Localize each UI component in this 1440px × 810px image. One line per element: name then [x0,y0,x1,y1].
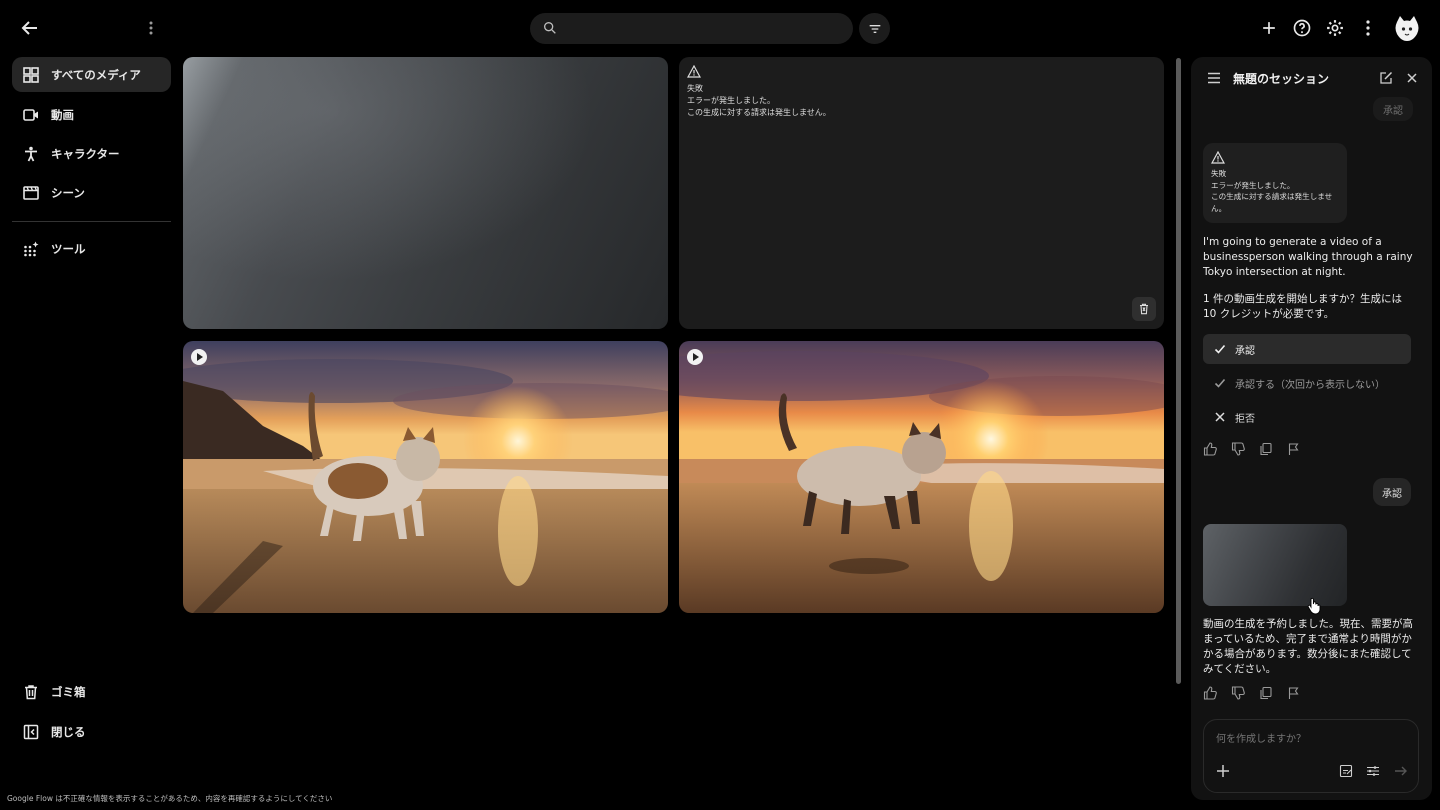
error-message: 失敗 エラーが発生しました。 この生成に対する請求は発生しませ ん。 [1211,168,1345,214]
media-tile-error[interactable]: 失敗 エラーが発生しました。 この生成に対する請求は発生しません。 [679,57,1164,329]
check-icon [1213,376,1227,390]
video-icon [22,106,40,124]
error-line: エラーが発生しました。 [1211,180,1295,190]
delete-icon[interactable] [1132,297,1156,321]
more-vert-icon[interactable] [141,16,161,40]
sidebar-item-label: 閉じる [51,724,86,739]
panel-header: 無題のセッション [1191,57,1432,99]
thumbs-up-icon[interactable] [1203,686,1217,700]
arrow-back-icon[interactable] [18,16,42,40]
sidebar-divider [12,221,171,222]
error-card: 失敗 エラーが発生しました。 この生成に対する請求は発生しませ ん。 [1203,143,1347,223]
session-panel: 無題のセッション 承認 失敗 エラーが発生しました。 この生成に対する請求は発生… [1191,57,1432,800]
footer-disclaimer: Google Flow は不正確な情報を表示することがあるため、内容を再確認する… [7,794,333,803]
option-approve-always[interactable]: 承認する（次回から表示しない） [1203,368,1411,398]
search-icon [542,20,558,36]
video-thumbnail[interactable] [1203,524,1347,606]
sidebar-item-all-media[interactable]: すべてのメディア [12,57,171,92]
cat-beach-sunset-image [183,341,668,613]
grid-icon [22,66,40,84]
thumbs-down-icon[interactable] [1231,442,1245,456]
warning-icon [687,65,701,78]
media-tile-video[interactable] [679,341,1164,613]
menu-icon[interactable] [1205,69,1223,87]
flag-icon[interactable] [1287,442,1301,456]
sidebar-item-video[interactable]: 動画 [12,97,171,132]
sidebar: すべてのメディア 動画 キャラクター シーン ツール ゴミ箱 閉じる [0,56,183,810]
film-icon [22,184,40,202]
error-title: 失敗 [687,84,703,93]
search-bar[interactable] [530,13,853,44]
help-icon[interactable] [1290,16,1314,40]
assistant-message: 1 件の動画生成を開始しますか？生成には 10 クレジットが必要です。 [1203,293,1403,320]
error-line: エラーが発生しました。 [687,96,775,105]
assistant-message: 動画の生成を予約しました。現在、需要が高まっているため、完了まで通常より時間がか… [1203,618,1413,675]
plus-icon[interactable] [1214,762,1232,780]
error-title: 失敗 [1211,169,1227,178]
sidebar-item-tools[interactable]: ツール [12,231,171,266]
error-line: この生成に対する請求は発生しませ [1211,192,1333,201]
edit-icon[interactable] [1377,69,1395,87]
apps-sparkle-icon [22,240,40,258]
sidebar-item-characters[interactable]: キャラクター [12,136,171,171]
sidebar-item-label: すべてのメディア [51,67,141,82]
sidebar-item-trash[interactable]: ゴミ箱 [12,674,171,709]
error-line: この生成に対する請求は発生しません。 [687,108,831,117]
thumbs-up-icon[interactable] [1203,442,1217,456]
prompt-composer [1203,719,1419,793]
copy-icon[interactable] [1259,442,1273,456]
sidebar-item-label: 動画 [51,107,74,122]
flag-icon[interactable] [1287,686,1301,700]
more-vert-icon[interactable] [1356,16,1380,40]
sidebar-item-close[interactable]: 閉じる [12,714,171,749]
media-tile-video[interactable] [183,341,668,613]
prompt-edit-icon[interactable] [1337,762,1355,780]
error-message: 失敗 エラーが発生しました。 この生成に対する請求は発生しません。 [687,83,831,119]
avatar[interactable] [1394,14,1420,42]
option-label: 承認する（次回から表示しない） [1235,379,1385,391]
feedback-row [1203,686,1301,702]
sidebar-item-scenes[interactable]: シーン [12,175,171,210]
assistant-message: I'm going to generate a video of a busin… [1203,236,1413,278]
sidebar-item-label: キャラクター [51,146,120,161]
option-label: 拒否 [1235,413,1255,425]
prompt-input[interactable] [1216,730,1406,748]
option-label: 承認 [1235,345,1255,357]
cat-beach-sunset-image [679,341,1164,613]
warning-icon [1211,151,1225,164]
close-icon[interactable] [1403,69,1421,87]
feedback-row [1203,442,1301,458]
close-panel-icon [22,723,40,741]
settings-icon[interactable] [1323,16,1347,40]
panel-title: 無題のセッション [1233,72,1330,86]
option-reject[interactable]: 拒否 [1203,402,1411,432]
sidebar-item-label: ツール [51,241,86,256]
media-tile-loading[interactable] [183,57,668,329]
play-icon[interactable] [687,349,703,365]
sidebar-item-label: シーン [51,185,85,200]
option-approve[interactable]: 承認 [1203,334,1411,364]
trash-icon [22,683,40,701]
plus-icon[interactable] [1257,16,1281,40]
close-icon [1213,410,1227,424]
play-icon[interactable] [191,349,207,365]
copy-icon[interactable] [1259,686,1273,700]
tune-icon[interactable] [1364,762,1382,780]
check-icon [1213,342,1227,356]
hand-cursor-icon [1307,597,1321,615]
thumbs-down-icon[interactable] [1231,686,1245,700]
sidebar-item-label: ゴミ箱 [51,684,86,699]
filter-icon[interactable] [859,13,890,44]
person-icon [22,145,40,163]
user-approve-bubble: 承認 [1373,478,1411,506]
error-line: ん。 [1211,203,1227,213]
approve-bubble-previous: 承認 [1373,97,1413,121]
send-arrow-icon[interactable] [1392,762,1410,780]
search-input[interactable] [566,13,846,44]
scrollbar[interactable] [1176,58,1181,684]
top-bar [0,0,1440,56]
